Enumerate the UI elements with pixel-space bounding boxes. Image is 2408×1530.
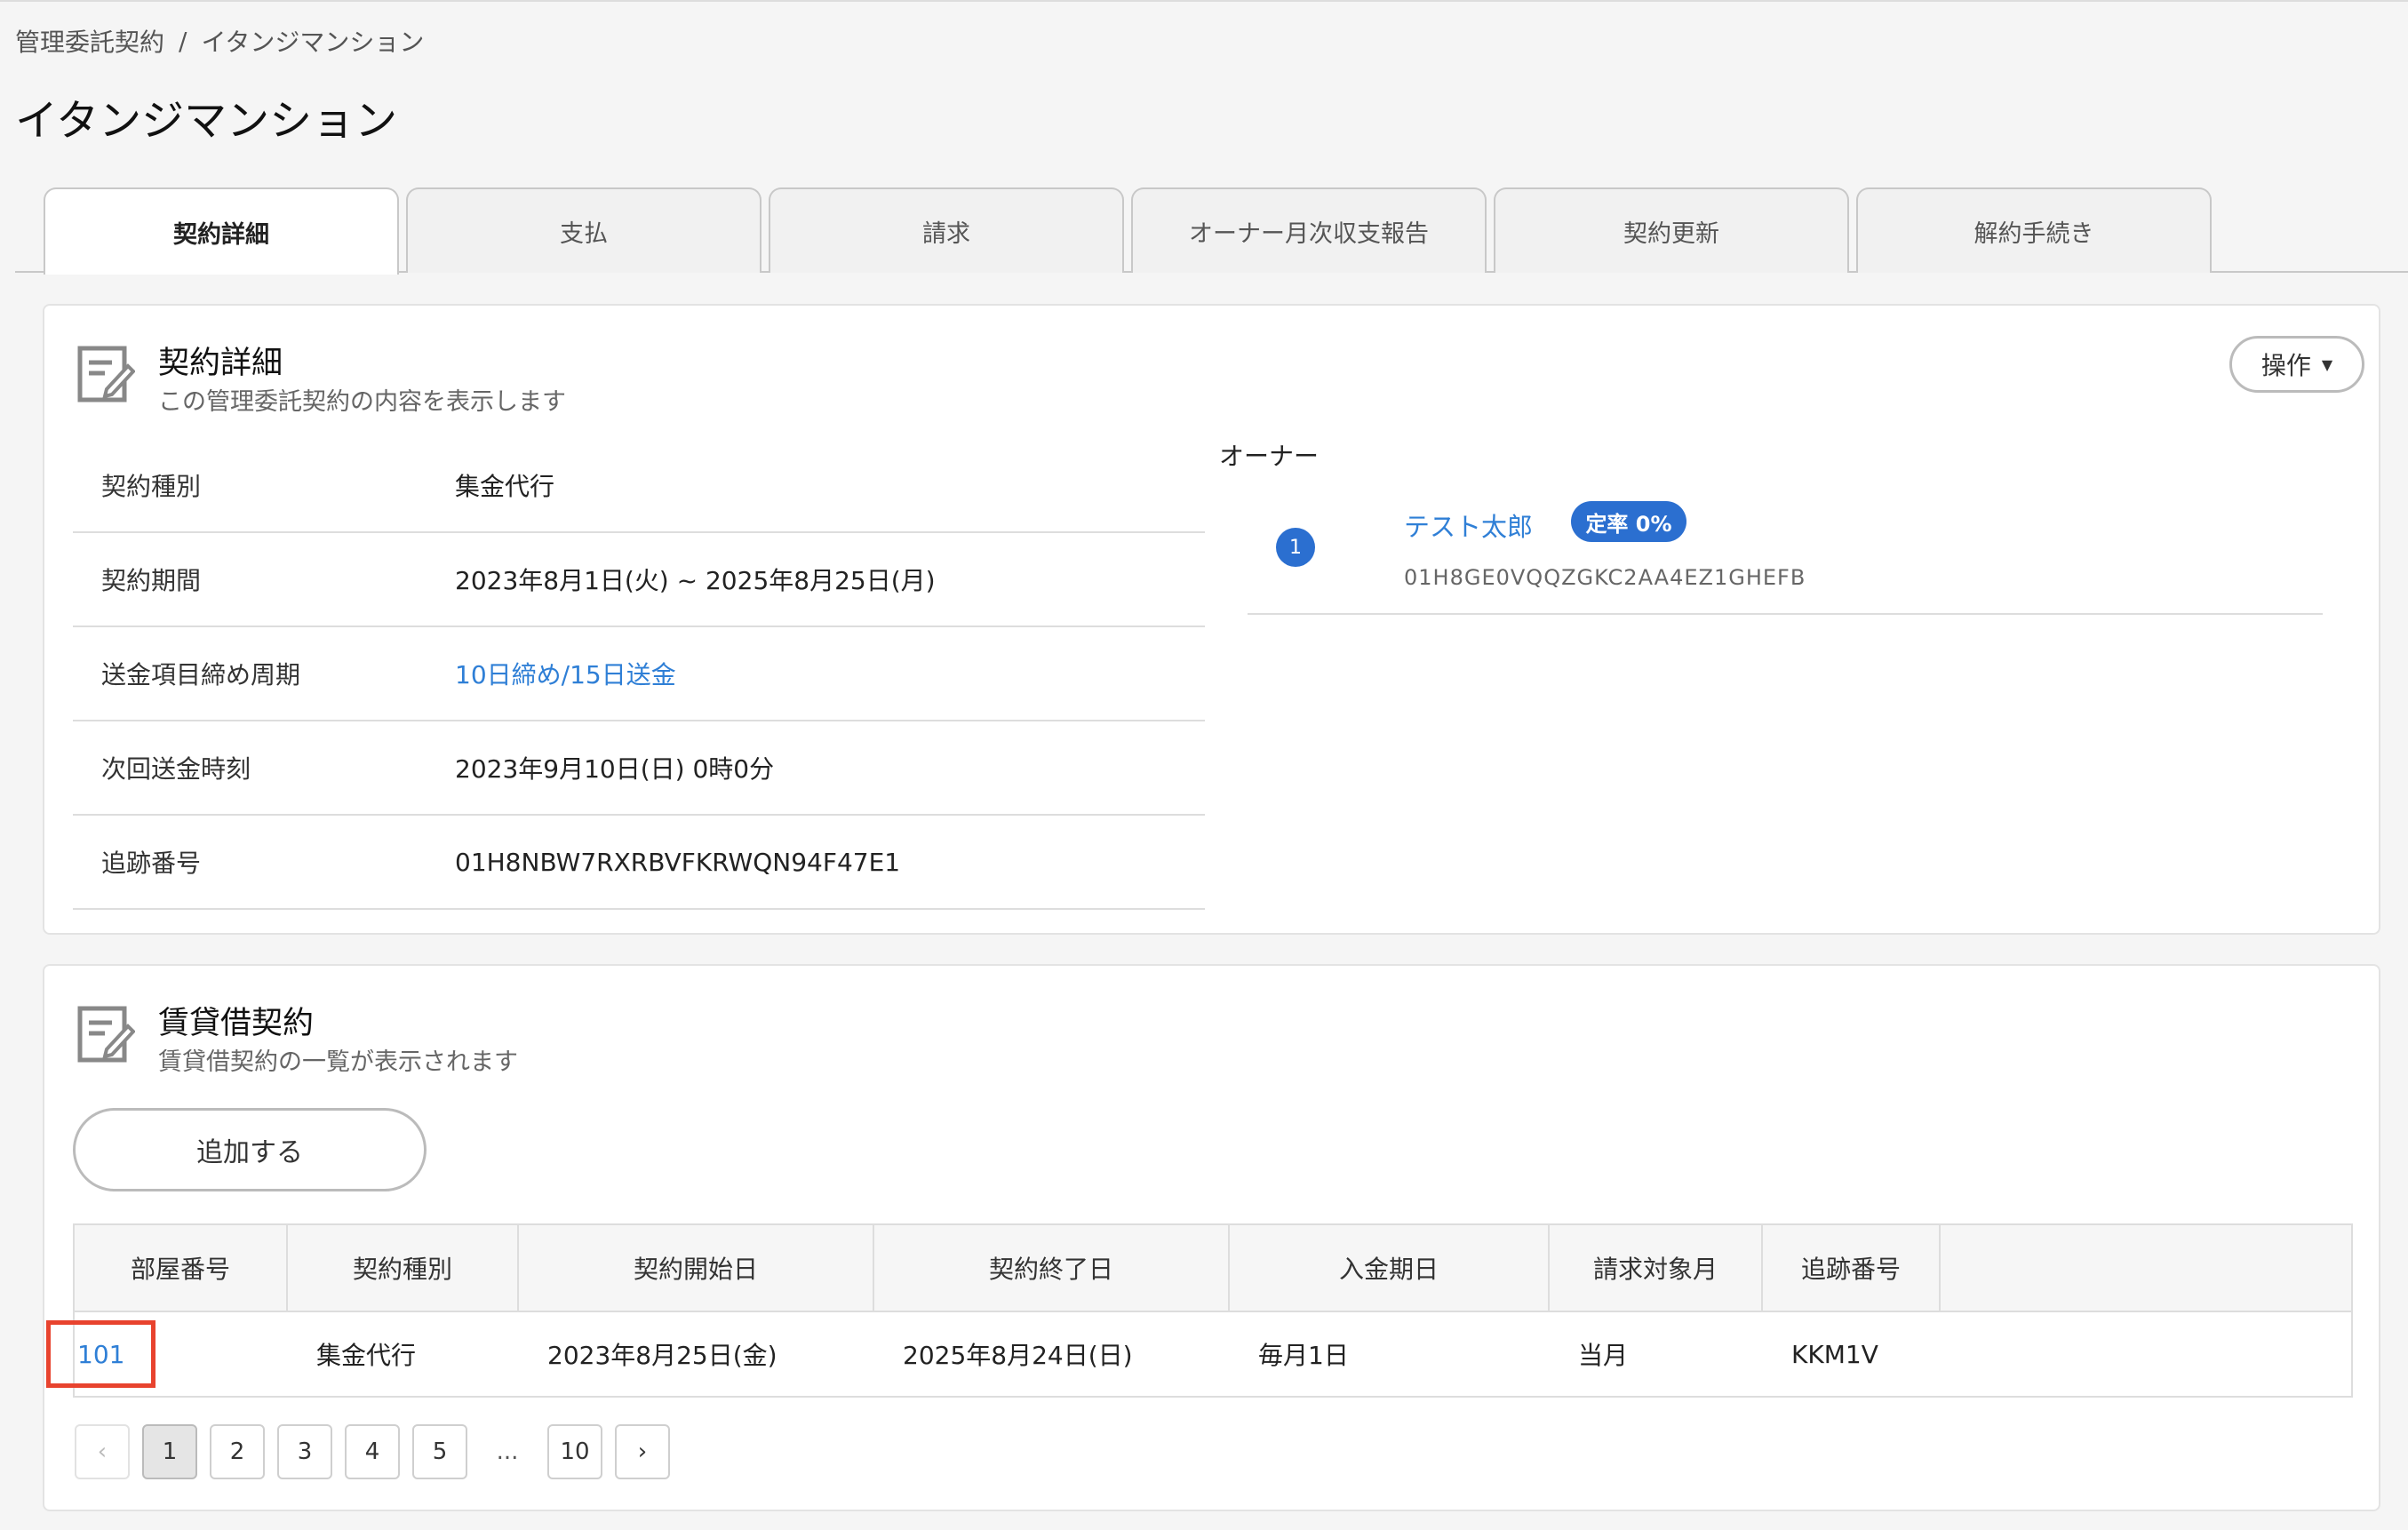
table-cell: KKM1V xyxy=(1791,1339,1878,1369)
column-header: 部屋番号 xyxy=(75,1225,288,1311)
tab-owner-monthly-report[interactable]: オーナー月次収支報告 xyxy=(1131,187,1487,273)
detail-label: 次回送金時刻 xyxy=(101,754,251,784)
contract-detail-subtitle: この管理委託契約の内容を表示します xyxy=(158,388,566,416)
column-header: 追跡番号 xyxy=(1763,1225,1941,1311)
remittance-cycle-link[interactable]: 10日締め/15日送金 xyxy=(455,656,676,691)
pagination: ‹ 1 2 3 4 5 ... 10 › xyxy=(75,1424,670,1479)
table-row: 101 集金代行 2023年8月25日(金) 2025年8月24日(日) 毎月1… xyxy=(46,1312,2351,1396)
owner-id: 01H8GE0VQQZGKC2AA4EZ1GHEFB xyxy=(1404,565,1806,590)
page-button[interactable]: 1 xyxy=(142,1424,197,1479)
lease-subtitle: 賃貸借契約の一覧が表示されます xyxy=(158,1048,518,1076)
detail-row: 次回送金時刻 2023年9月10日(日) 0時0分 xyxy=(73,721,1205,816)
column-header: 入金期日 xyxy=(1230,1225,1550,1311)
lease-title: 賃貸借契約 xyxy=(158,1006,315,1041)
column-header: 契約開始日 xyxy=(519,1225,874,1311)
owner-name-link[interactable]: テスト太郎 xyxy=(1404,506,1533,544)
column-header-empty xyxy=(1941,1225,2351,1311)
room-cell: 101 xyxy=(46,1312,288,1396)
pagination-ellipsis: ... xyxy=(496,1438,519,1465)
table-cell-empty xyxy=(1941,1312,2351,1396)
contract-detail-card: 契約詳細 この管理委託契約の内容を表示します 操作 ▼ 契約種別 集金代行 契約… xyxy=(43,304,2380,935)
caret-down-icon: ▼ xyxy=(2321,355,2333,373)
edit-document-icon xyxy=(77,346,135,402)
room-number-link[interactable]: 101 xyxy=(46,1320,156,1388)
detail-label: 追跡番号 xyxy=(101,849,202,878)
lease-table: 部屋番号 契約種別 契約開始日 契約終了日 入金期日 請求対象月 追跡番号 10… xyxy=(46,1223,2353,1398)
tab-contract-detail[interactable]: 契約詳細 xyxy=(44,187,399,275)
detail-row: 送金項目締め周期 10日締め/15日送金 xyxy=(73,627,1205,721)
operations-button[interactable]: 操作 ▼ xyxy=(2229,336,2364,393)
page-button[interactable]: 3 xyxy=(277,1424,332,1479)
table-cell: 2023年8月25日(金) xyxy=(547,1341,777,1370)
owner-rate-badge: 定率 0% xyxy=(1571,501,1686,542)
page-title: イタンジマンション xyxy=(15,96,398,146)
tab-cancellation[interactable]: 解約手続き xyxy=(1856,187,2212,273)
owner-heading: オーナー xyxy=(1219,442,1320,471)
page-button[interactable]: 5 xyxy=(412,1424,467,1479)
owner-number-badge: 1 xyxy=(1276,528,1315,567)
detail-row: 契約期間 2023年8月1日(火) ~ 2025年8月25日(月) xyxy=(73,533,1205,627)
detail-value: 2023年9月10日(日) 0時0分 xyxy=(455,754,775,784)
breadcrumb-separator: / xyxy=(179,26,187,56)
contract-detail-table: 契約種別 集金代行 契約期間 2023年8月1日(火) ~ 2025年8月25日… xyxy=(73,439,1205,910)
detail-label: 送金項目締め周期 xyxy=(101,660,301,689)
detail-row: 追跡番号 01H8NBW7RXRBVFKRWQN94F47E1 xyxy=(73,816,1205,910)
tab-payment[interactable]: 支払 xyxy=(406,187,761,273)
prev-page-button[interactable]: ‹ xyxy=(75,1424,130,1479)
breadcrumb: 管理委託契約 / イタンジマンション xyxy=(15,23,424,59)
breadcrumb-current: イタンジマンション xyxy=(201,28,425,57)
page-button[interactable]: 2 xyxy=(210,1424,265,1479)
column-header: 契約種別 xyxy=(288,1225,519,1311)
tab-contract-renewal[interactable]: 契約更新 xyxy=(1494,187,1849,273)
detail-value: 2023年8月1日(火) ~ 2025年8月25日(月) xyxy=(455,566,936,595)
breadcrumb-parent-link[interactable]: 管理委託契約 xyxy=(15,23,164,59)
lease-contract-card: 賃貸借契約 賃貸借契約の一覧が表示されます 追加する 部屋番号 契約種別 契約開… xyxy=(43,964,2380,1511)
column-header: 契約終了日 xyxy=(874,1225,1230,1311)
owner-list-item: 1 テスト太郎 定率 0% 01H8GE0VQQZGKC2AA4EZ1GHEFB xyxy=(1248,490,2323,615)
detail-row: 契約種別 集金代行 xyxy=(73,439,1205,533)
next-page-button[interactable]: › xyxy=(615,1424,670,1479)
add-lease-button[interactable]: 追加する xyxy=(73,1108,427,1191)
column-header: 請求対象月 xyxy=(1550,1225,1763,1311)
detail-value: 集金代行 xyxy=(455,472,555,501)
page-button[interactable]: 4 xyxy=(345,1424,400,1479)
page-button[interactable]: 10 xyxy=(547,1424,602,1479)
detail-label: 契約種別 xyxy=(101,472,202,501)
contract-detail-title: 契約詳細 xyxy=(158,346,283,381)
table-cell: 毎月1日 xyxy=(1258,1341,1349,1370)
table-cell: 当月 xyxy=(1578,1341,1629,1370)
table-cell: 2025年8月24日(日) xyxy=(903,1341,1133,1370)
table-cell: 集金代行 xyxy=(316,1341,417,1370)
detail-value: 01H8NBW7RXRBVFKRWQN94F47E1 xyxy=(455,847,901,877)
tab-billing[interactable]: 請求 xyxy=(769,187,1124,273)
detail-label: 契約期間 xyxy=(101,566,202,595)
operations-label: 操作 xyxy=(2260,351,2311,380)
tab-bar: 契約詳細 支払 請求 オーナー月次収支報告 契約更新 解約手続き xyxy=(15,187,2408,275)
table-header-row: 部屋番号 契約種別 契約開始日 契約終了日 入金期日 請求対象月 追跡番号 xyxy=(75,1225,2351,1312)
edit-document-icon xyxy=(77,1006,135,1063)
